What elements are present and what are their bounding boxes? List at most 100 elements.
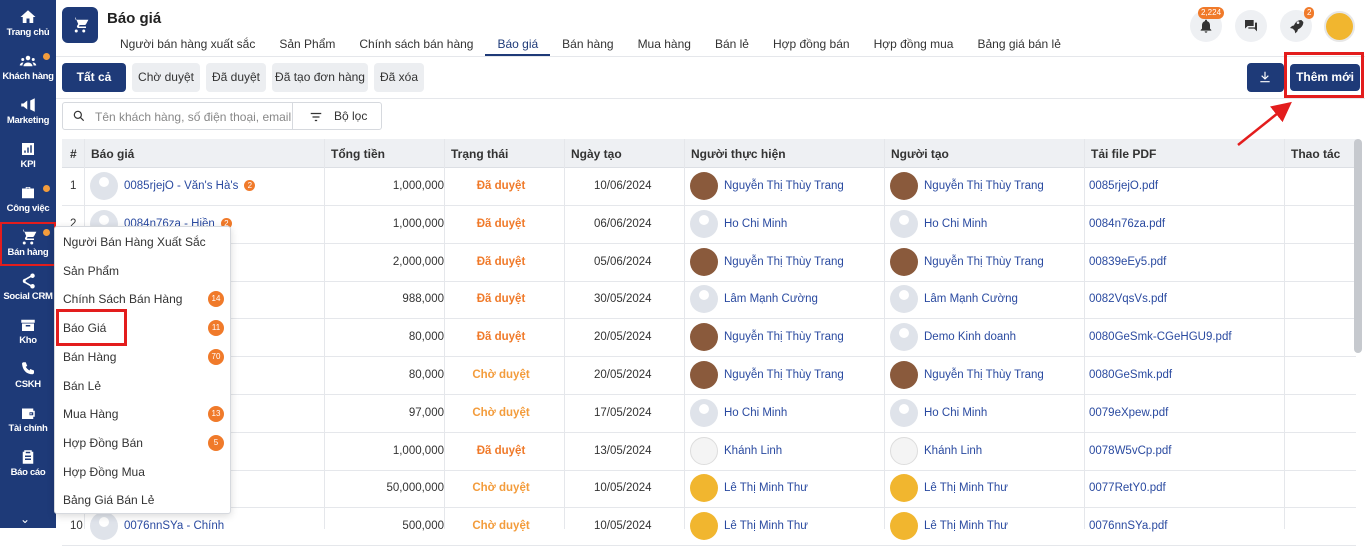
table-row[interactable]: 7oa97,000Chờ duyệt17/05/2024Ho Chi MinhH… [62, 395, 1356, 433]
sidebar-item-2[interactable]: Khách hàng [0, 46, 56, 90]
tab-6[interactable]: Mua hàng [626, 37, 703, 56]
filter-status-button[interactable]: Đã tạo đơn hàng [272, 63, 368, 92]
tab-3[interactable]: Chính sách bán hàng [347, 37, 485, 56]
filter-status-button[interactable]: Tất cả [62, 63, 126, 92]
tab-10[interactable]: Bảng giá bán lẻ [965, 37, 1072, 56]
filter-button[interactable]: Bộ lọc [334, 109, 367, 123]
column-header[interactable]: # [70, 147, 77, 161]
executor-name[interactable]: Ho Chi Minh [724, 407, 787, 419]
pdf-download-link[interactable]: 0080GeSmk.pdf [1089, 369, 1172, 381]
tab-7[interactable]: Bán lẻ [703, 37, 761, 56]
sidebar-item-7[interactable]: Social CRM [0, 266, 56, 310]
executor-name[interactable]: Nguyễn Thị Thùy Trang [724, 256, 844, 268]
column-header[interactable]: Báo giá [91, 147, 134, 161]
pdf-download-link[interactable]: 0084n76za.pdf [1089, 218, 1165, 230]
sidebar-item-10[interactable]: Tài chính [0, 398, 56, 442]
pdf-download-link[interactable]: 0079eXpew.pdf [1089, 407, 1168, 419]
status-label: Đã duyệt [476, 293, 526, 306]
menu-item[interactable]: Hợp Đồng Bán [63, 436, 143, 450]
pdf-download-link[interactable]: 0085rjejO.pdf [1089, 180, 1158, 192]
rocket-icon [1290, 20, 1304, 34]
filter-status-button[interactable]: Đã xóa [374, 63, 424, 92]
sidebar-item-1[interactable]: Trang chủ [0, 2, 56, 46]
sidebar-item-3[interactable]: Marketing [0, 90, 56, 134]
creator-name[interactable]: Nguyễn Thị Thùy Trang [924, 369, 1044, 381]
menu-item[interactable]: Hợp Đồng Mua [63, 465, 145, 479]
menu-item[interactable]: Mua Hàng [63, 407, 118, 421]
total-amount: 500,000 [402, 520, 444, 533]
tab-1[interactable]: Người bán hàng xuất sắc [108, 37, 267, 56]
creator-name[interactable]: Ho Chi Minh [924, 407, 987, 419]
column-header[interactable]: Ngày tạo [571, 147, 622, 161]
sidebar-item-9[interactable]: CSKH [0, 354, 56, 398]
filter-status-button[interactable]: Đã duyệt [206, 63, 266, 92]
executor-name[interactable]: Nguyễn Thị Thùy Trang [724, 180, 844, 192]
executor-name[interactable]: Lâm Mạnh Cường [724, 293, 818, 305]
creator-name[interactable]: Lê Thị Minh Thư [924, 520, 1008, 532]
column-header[interactable]: Người thực hiện [691, 147, 786, 161]
chat-button[interactable] [1235, 10, 1267, 42]
filter-status-button[interactable]: Chờ duyệt [132, 63, 200, 92]
creator-name[interactable]: Lâm Mạnh Cường [924, 293, 1018, 305]
pdf-download-link[interactable]: 0076nnSYa.pdf [1089, 520, 1167, 532]
menu-item[interactable]: Sản Phẩm [63, 264, 119, 278]
creator-name[interactable]: Nguyễn Thị Thùy Trang [924, 180, 1044, 192]
menu-item[interactable]: Bảng Giá Bán Lẻ [63, 493, 154, 507]
pdf-download-link[interactable]: 0082VqsVs.pdf [1089, 293, 1167, 305]
executor-name[interactable]: Nguyễn Thị Thùy Trang [724, 331, 844, 343]
tab-4[interactable]: Báo giá [485, 37, 551, 56]
sidebar-item-8[interactable]: Kho [0, 310, 56, 354]
creator-name[interactable]: Khánh Linh [924, 445, 982, 457]
menu-item[interactable]: Người Bán Hàng Xuất Sắc [63, 235, 206, 249]
table-row[interactable]: 2 0084n76za - Hiền 2 1,000,000 Đã duyệt 06/06… [62, 206, 1356, 244]
column-header[interactable]: Tải file PDF [1091, 147, 1156, 161]
pdf-download-link[interactable]: 00839eEy5.pdf [1089, 256, 1166, 268]
tab-5[interactable]: Bán hàng [550, 37, 625, 56]
quote-code-link[interactable]: 0085rjejO - Văn's Hà's 2 [124, 180, 256, 192]
row-number: 10 [70, 520, 83, 533]
sidebar-item-4[interactable]: KPI [0, 134, 56, 178]
user-avatar[interactable] [1324, 11, 1355, 42]
table-row[interactable]: 3ng22,000,000Đã duyệt05/06/2024Nguyễn Th… [62, 244, 1356, 282]
table-scrollbar[interactable] [1354, 139, 1362, 353]
column-header[interactable]: Người tạo [891, 147, 949, 161]
sidebar-item-label: Kho [19, 335, 37, 346]
table-row[interactable]: 1 0085rjejO - Văn's Hà's 2 1,000,000 Đã duyệ… [62, 168, 1356, 206]
menu-item[interactable]: Chính Sách Bán Hàng [63, 292, 182, 306]
menu-item[interactable]: Bán Lẻ [63, 379, 101, 393]
creator-name[interactable]: Demo Kinh doanh [924, 331, 1016, 343]
table-row[interactable]: 59 - chị Hà380,000Đã duyệt20/05/2024Nguy… [62, 319, 1356, 358]
search-icon [73, 110, 85, 122]
created-date: 17/05/2024 [594, 406, 652, 419]
sidebar-item-5[interactable]: Công việc [0, 178, 56, 222]
pdf-download-link[interactable]: 0080GeSmk-CGeHGU9.pdf [1089, 331, 1232, 343]
column-header[interactable]: Thao tác [1291, 147, 1340, 161]
tab-9[interactable]: Hợp đồng mua [862, 37, 966, 56]
creator-name[interactable]: Ho Chi Minh [924, 218, 987, 230]
sidebar-item-11[interactable]: Báo cáo [0, 442, 56, 486]
executor-name[interactable]: Lê Thị Minh Thư [724, 520, 808, 532]
executor-name[interactable]: Ho Chi Minh [724, 218, 787, 230]
menu-item[interactable]: Bán Hàng [63, 350, 116, 364]
column-header[interactable]: Tổng tiền [331, 147, 385, 161]
search-input[interactable]: Tên khách hàng, số điện thoại, email ... [95, 110, 295, 124]
pdf-download-link[interactable]: 0077RetY0.pdf [1089, 482, 1166, 494]
table-row[interactable]: 6Thị Thùy Trang80,000Chờ duyệt20/05/2024… [62, 357, 1356, 395]
tab-2[interactable]: Sản Phẩm [267, 37, 347, 56]
chevron-down-icon[interactable]: ⌄ [20, 512, 30, 526]
table-row[interactable]: 8est1,000,000Đã duyệt13/05/2024Khánh Lin… [62, 433, 1356, 471]
sidebar-item-6[interactable]: Bán hàng [0, 222, 56, 266]
table-row[interactable]: 953350,000,000Chờ duyệt10/05/2024Lê Thị … [62, 470, 1356, 509]
column-header[interactable]: Trạng thái [451, 147, 508, 161]
executor-name[interactable]: Khánh Linh [724, 445, 782, 457]
creator-name[interactable]: Nguyễn Thị Thùy Trang [924, 256, 1044, 268]
executor-name[interactable]: Lê Thị Minh Thư [724, 482, 808, 494]
tab-8[interactable]: Hợp đồng bán [761, 37, 862, 56]
creator-name[interactable]: Lê Thị Minh Thư [924, 482, 1008, 494]
quote-code-link[interactable]: 0076nnSYa - Chính [124, 520, 224, 532]
table-row[interactable]: 42988,000Đã duyệt30/05/2024Lâm Mạnh Cườn… [62, 281, 1356, 320]
download-button[interactable] [1247, 63, 1284, 92]
executor-name[interactable]: Nguyễn Thị Thùy Trang [724, 369, 844, 381]
table-row[interactable]: 10 0076nnSYa - Chính 500,000 Chờ duyệt 10/05… [62, 508, 1356, 546]
pdf-download-link[interactable]: 0078W5vCp.pdf [1089, 445, 1171, 457]
